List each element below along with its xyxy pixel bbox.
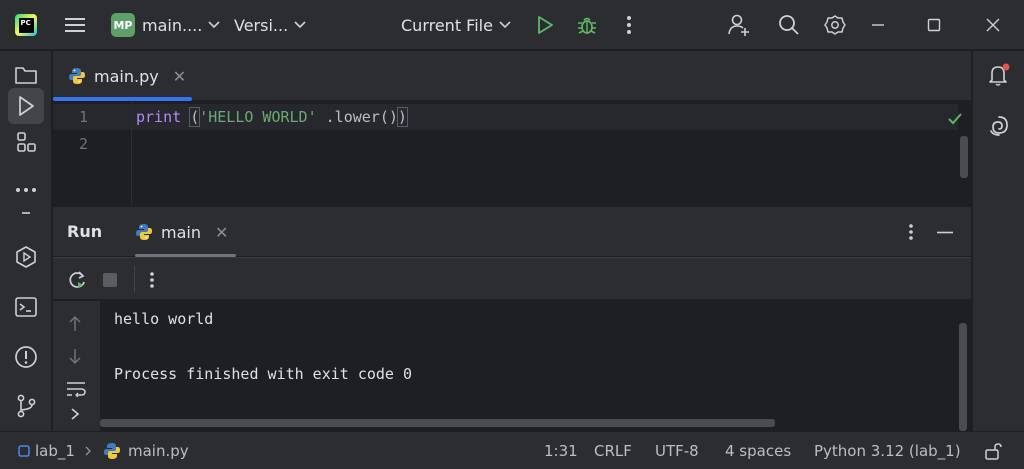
arrow-up-icon[interactable] [67, 315, 83, 333]
line-number: 1 [78, 108, 88, 126]
more-actions-icon[interactable] [617, 13, 641, 37]
left-tool-strip [0, 51, 52, 431]
run-configuration-selector[interactable]: Current File [401, 14, 511, 36]
right-tool-strip [972, 51, 1024, 431]
soft-wrap-icon[interactable] [66, 381, 86, 397]
main-menu-icon[interactable] [63, 14, 87, 36]
maximize-icon[interactable] [922, 13, 946, 37]
console-output-line: hello world [114, 310, 214, 328]
minimize-icon[interactable] [866, 13, 890, 37]
structure-icon[interactable] [12, 128, 40, 156]
code-string-literal: 'HELLO WORLD' [199, 108, 317, 126]
project-folder-icon[interactable] [12, 61, 40, 89]
close-tab-icon[interactable]: ✕ [173, 67, 186, 86]
console-side-toolbar [53, 301, 100, 431]
python-interpreter[interactable]: Python 3.12 (lab_1) [814, 441, 961, 461]
inspection-ok-checkmark-icon[interactable] [946, 110, 964, 128]
tab-label: main.py [94, 66, 159, 86]
arrow-down-icon[interactable] [67, 347, 83, 365]
line-number-gutter: 1 2 [53, 102, 131, 205]
divider-icon [12, 206, 40, 220]
settings-gear-icon[interactable] [823, 13, 847, 37]
git-branch-icon[interactable] [12, 392, 40, 420]
code-open-paren: ( [189, 107, 201, 127]
breadcrumb-project[interactable]: lab_1 [18, 441, 75, 461]
terminal-icon[interactable] [12, 293, 40, 321]
caret-position[interactable]: 1:31 [544, 441, 578, 461]
code-close-paren: ) [396, 107, 408, 127]
breadcrumb-separator-icon [84, 441, 92, 461]
close-tab-icon[interactable]: ✕ [215, 223, 228, 242]
run-tool-window-icon[interactable] [8, 88, 44, 124]
breadcrumb-file[interactable]: main.py [103, 441, 189, 461]
run-config-label: Current File [401, 15, 493, 35]
console-vertical-scrollbar[interactable] [959, 323, 967, 431]
line-separator[interactable]: CRLF [594, 441, 632, 461]
vcs-label: Versi... [234, 15, 289, 35]
debug-icon[interactable] [575, 13, 599, 37]
indentation[interactable]: 4 spaces [725, 441, 791, 461]
chevron-down-icon [294, 21, 306, 29]
console-output-line: Process finished with exit code 0 [114, 365, 413, 383]
active-tab-indicator [53, 97, 192, 101]
toolbar-separator [134, 266, 135, 292]
console-horizontal-scrollbar[interactable] [100, 419, 775, 427]
breadcrumb-project-label: lab_1 [35, 442, 75, 460]
code-method-call: .lower() [316, 108, 398, 126]
chevron-down-icon [208, 21, 220, 29]
pycharm-logo: PC [15, 14, 37, 36]
editor-tab-bar: main.py ✕ [53, 51, 971, 101]
stop-icon [102, 272, 118, 288]
vcs-widget[interactable]: Versi... [234, 14, 306, 36]
title-bar: PC MP main.... Versi... Current File [0, 0, 1024, 50]
lock-icon[interactable] [984, 441, 1002, 461]
run-tab-label: main [161, 222, 201, 242]
python-file-icon [69, 68, 85, 84]
editor-tab-main-py[interactable]: main.py ✕ [53, 51, 193, 101]
problems-icon[interactable] [12, 343, 40, 371]
file-encoding[interactable]: UTF-8 [655, 441, 699, 461]
status-bar: lab_1 main.py 1:31 CRLF UTF-8 4 spaces P… [0, 431, 1024, 469]
run-panel-header: Run main ✕ [53, 206, 971, 257]
run-console-output[interactable]: hello world Process finished with exit c… [100, 301, 971, 431]
breadcrumb-file-label: main.py [128, 442, 189, 460]
code-function-name: print [136, 108, 182, 126]
project-selector[interactable]: main.... [142, 14, 220, 36]
expand-chevron-icon[interactable] [70, 407, 80, 421]
run-tab-main[interactable]: main ✕ [135, 207, 235, 257]
chevron-down-icon [499, 21, 511, 29]
ai-assistant-icon[interactable] [985, 112, 1013, 140]
python-file-icon [136, 224, 152, 240]
more-actions-icon[interactable] [149, 271, 155, 289]
close-icon[interactable] [981, 13, 1005, 37]
code-editor[interactable]: 1 2 print ('HELLO WORLD' .lower()) [53, 102, 971, 205]
line-number: 2 [78, 135, 88, 153]
project-badge[interactable]: MP [111, 13, 135, 37]
services-icon[interactable] [12, 243, 40, 271]
run-icon[interactable] [533, 13, 557, 37]
gutter-divider [131, 102, 132, 205]
notifications-bell-icon[interactable] [985, 61, 1013, 89]
project-name: main.... [142, 15, 203, 35]
run-options-icon[interactable] [908, 223, 914, 241]
rerun-icon[interactable] [66, 269, 88, 291]
run-panel-title: Run [67, 222, 103, 241]
run-toolbar [53, 257, 971, 300]
python-file-icon [104, 443, 120, 459]
module-icon [18, 445, 30, 457]
code-line-1[interactable]: print ('HELLO WORLD' .lower()) [136, 107, 408, 127]
search-icon[interactable] [777, 13, 801, 37]
add-user-icon[interactable] [727, 13, 751, 37]
more-tool-windows-icon[interactable] [12, 176, 40, 204]
hide-panel-icon[interactable] [937, 231, 953, 234]
editor-vertical-scrollbar[interactable] [960, 136, 968, 178]
